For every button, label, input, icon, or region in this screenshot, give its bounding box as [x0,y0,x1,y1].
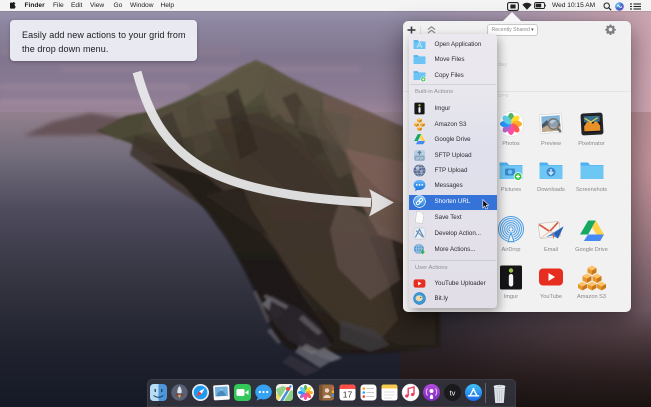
svg-text:17: 17 [343,390,353,400]
svg-text:tv: tv [450,389,456,398]
svg-text:SFTP: SFTP [416,156,424,160]
